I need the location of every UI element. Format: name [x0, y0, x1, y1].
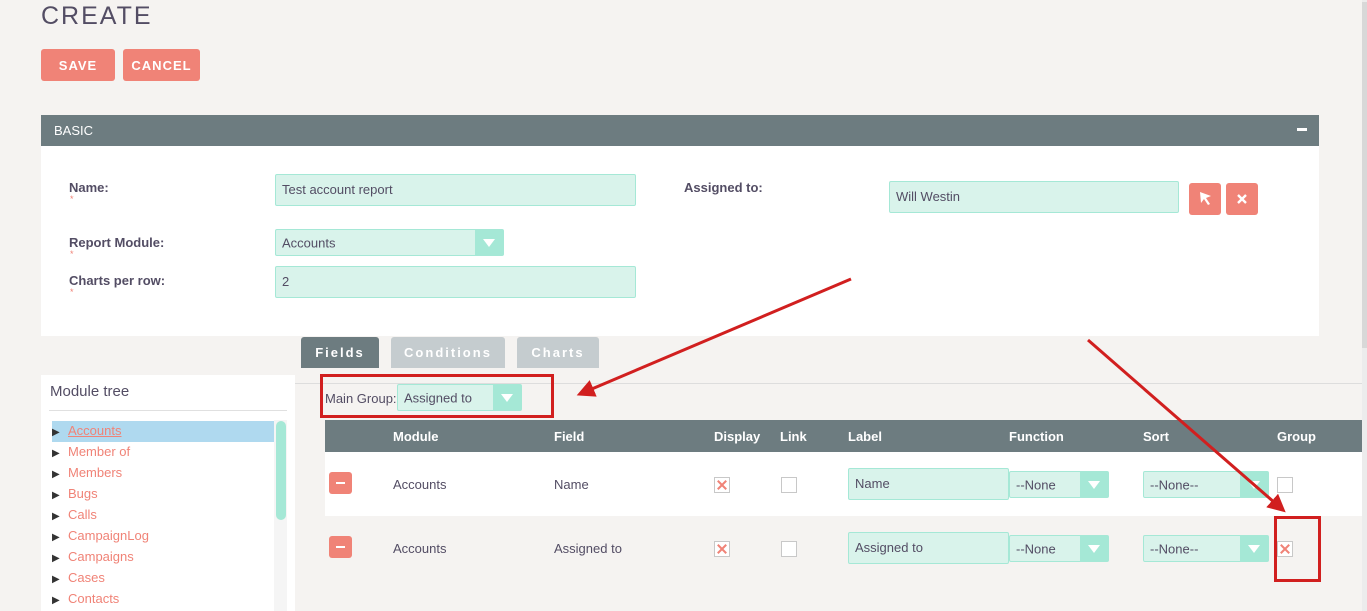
annotation-arrow-group: [1087, 338, 1286, 513]
annotation-arrow-main-group: [576, 277, 852, 397]
annotation-arrows: [576, 277, 1286, 513]
page-scrollbar-thumb[interactable]: [1362, 2, 1367, 348]
